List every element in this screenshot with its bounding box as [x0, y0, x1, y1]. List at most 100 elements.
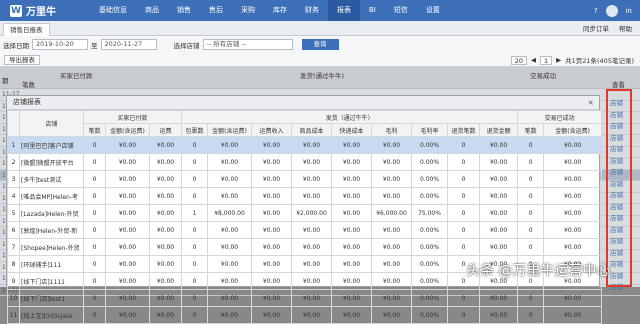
- table-cell: 0: [517, 289, 545, 307]
- background-table-header: 期 笔数 买家已付款 发货(通过牛牛) 交易成功 查看: [0, 67, 640, 89]
- prev-page-icon[interactable]: ◀: [531, 56, 536, 64]
- table-cell: ¥0.00: [291, 170, 333, 188]
- table-cell: ¥0.00: [371, 306, 413, 324]
- group-shipped: 发货(通过牛牛): [300, 72, 345, 80]
- store-name-cell: [敦煌]Helen-外贸-新: [19, 221, 84, 239]
- nav-item[interactable]: 短信: [385, 0, 417, 21]
- table-cell: 0: [447, 136, 481, 154]
- table-cell: ¥0.00: [371, 153, 413, 171]
- col-header[interactable]: 毛利: [371, 123, 413, 137]
- col-header[interactable]: 运费收入: [251, 123, 293, 137]
- col-header[interactable]: 金额(含运费): [207, 123, 253, 137]
- tab-sales-daily[interactable]: 销售日报表: [3, 23, 50, 36]
- sync-orders-button[interactable]: 同步订单: [583, 23, 609, 33]
- table-cell: ¥0.00: [331, 136, 373, 154]
- col-header[interactable]: 包裹数: [181, 123, 209, 137]
- table-cell: 3: [7, 170, 20, 188]
- query-button[interactable]: 查询: [301, 39, 339, 50]
- table-cell: ¥0.00: [479, 289, 519, 307]
- table-cell: ¥0.00: [291, 136, 333, 154]
- table-cell: ¥0.00: [148, 136, 183, 154]
- table-cell: ¥0.00: [148, 204, 183, 222]
- col-header[interactable]: 退货笔数: [447, 123, 481, 137]
- table-cell: 0: [517, 306, 545, 324]
- nav-item[interactable]: 商品: [136, 0, 168, 21]
- table-cell: ¥0.00: [105, 221, 150, 239]
- table-cell: ¥0.00: [331, 238, 373, 256]
- col-header[interactable]: 退货金额: [479, 123, 519, 137]
- table-row[interactable]: 10 [线下门店]test1 0 ¥0.00 ¥0.00 0 ¥0.00 ¥0.00 ¥0.00…: [7, 289, 603, 307]
- highlight-box: [606, 89, 632, 287]
- table-cell: ¥0.00: [479, 153, 519, 171]
- help-icon[interactable]: ?: [594, 7, 598, 15]
- table-cell: 11: [7, 306, 20, 324]
- table-row[interactable]: 2 [微盟]微盟开放平台 0 ¥0.00 ¥0.00 0 ¥0.00 ¥0.00 ¥0.00 ¥0…: [7, 153, 603, 171]
- table-row[interactable]: 7 [Shopee]Helen-外贸 0 ¥0.00 ¥0.00 0 ¥0.00 ¥0.00 ¥…: [7, 238, 603, 256]
- store-report-table: 店铺 买家已付款 发货（通过牛牛） 交易已成功 笔数 金额(含运费) 运费 包裹数 金额…: [7, 110, 603, 324]
- table-row[interactable]: 4 [唯品会MP]Helen-考 0 ¥0.00 ¥0.00 0 ¥0.00 ¥0.00 ¥0.…: [7, 187, 603, 205]
- store-select[interactable]: -- 所有店铺 --: [202, 39, 293, 50]
- table-cell: ¥0.00: [479, 306, 519, 324]
- table-row[interactable]: 11 [线上宝]t3d3sjaisi 0 ¥0.00 ¥0.00 0 ¥0.00 ¥0.00 ¥…: [7, 306, 603, 324]
- table-cell: ¥0.00: [479, 204, 519, 222]
- store-name-cell: [Lazada]Helen-外贸: [19, 204, 84, 222]
- nav-item[interactable]: 售后: [200, 0, 232, 21]
- table-row[interactable]: 5 [Lazada]Helen-外贸 0 ¥0.00 ¥0.00 1 ¥8,000.00 ¥0…: [7, 204, 603, 222]
- nav-item[interactable]: 财务: [296, 0, 328, 21]
- table-cell: ¥0.00: [105, 136, 150, 154]
- col-header[interactable]: 金额(含运费): [105, 123, 150, 137]
- nav-item[interactable]: 基础信息: [90, 0, 136, 21]
- logo-mark: W: [10, 4, 22, 17]
- export-button[interactable]: 导出报表: [4, 55, 40, 65]
- nav-item[interactable]: BI: [360, 0, 385, 21]
- logo[interactable]: W 万里牛: [0, 3, 90, 18]
- table-cell: 0: [83, 255, 106, 273]
- close-icon[interactable]: ×: [587, 96, 594, 109]
- table-row[interactable]: 3 [多牛]test测试 0 ¥0.00 ¥0.00 0 ¥0.00 ¥0.00 ¥0.00 ¥0…: [7, 170, 603, 188]
- nav-item[interactable]: 库存: [264, 0, 296, 21]
- table-cell: 8: [7, 255, 20, 273]
- store-report-dialog: 店铺报表 × 店铺 买家已付款 发货（通过牛牛） 交易已成功 笔数 金额(含运费)…: [6, 95, 603, 324]
- col-header[interactable]: 商品成本: [291, 123, 333, 137]
- table-cell: ¥8,000.00: [207, 204, 253, 222]
- pager: 20 ◀ 1 ▶ 共1页21条(405笔记录): [510, 55, 634, 65]
- nav-item[interactable]: 销售: [168, 0, 200, 21]
- table-row[interactable]: 6 [敦煌]Helen-外贸-新 0 ¥0.00 ¥0.00 0 ¥0.00 ¥0.00 ¥0.…: [7, 221, 603, 239]
- table-cell: 0: [517, 238, 545, 256]
- page-size-select[interactable]: 20: [510, 55, 527, 65]
- date-from-input[interactable]: 2019-10-20: [32, 39, 88, 50]
- col-header[interactable]: 快递成本: [331, 123, 373, 137]
- table-cell: ¥0.00: [331, 289, 373, 307]
- col-index: [7, 110, 20, 137]
- page-input[interactable]: 1: [539, 55, 553, 65]
- table-cell: ¥0.00: [331, 153, 373, 171]
- col-header[interactable]: 金额(含运费): [543, 123, 603, 137]
- table-cell: 0: [181, 238, 209, 256]
- nav-item[interactable]: 报表: [328, 0, 360, 21]
- table-cell: ¥0.00: [105, 204, 150, 222]
- store-name-cell: [线上宝]t3d3sjaisi: [19, 306, 84, 324]
- table-cell: ¥0.00: [371, 187, 413, 205]
- date-to-input[interactable]: 2020-11-27: [100, 39, 157, 50]
- table-cell: 0: [83, 136, 106, 154]
- col-header[interactable]: 笔数: [83, 123, 106, 137]
- next-page-icon[interactable]: ▶: [556, 56, 561, 64]
- tab-bar: 销售日报表 同步订单 帮助: [0, 21, 640, 36]
- dialog-title-bar: 店铺报表 ×: [7, 96, 599, 110]
- col-header[interactable]: 笔数: [517, 123, 545, 137]
- table-cell: ¥0.00: [479, 170, 519, 188]
- col-header[interactable]: 运费: [148, 123, 183, 137]
- nav-item[interactable]: 采购: [232, 0, 264, 21]
- user-name[interactable]: in: [626, 7, 632, 15]
- table-cell: ¥0.00: [207, 187, 253, 205]
- table-cell: ¥0.00: [543, 170, 603, 188]
- table-row[interactable]: 1 [阿里巴巴]客户店铺 0 ¥0.00 ¥0.00 0 ¥0.00 ¥0.00 ¥0.00 ¥0…: [7, 136, 603, 154]
- table-cell: ¥0.00: [105, 187, 150, 205]
- nav-item[interactable]: 设置: [417, 0, 449, 21]
- table-cell: ¥0.00: [207, 170, 253, 188]
- help-link[interactable]: 帮助: [619, 23, 632, 33]
- table-cell: ¥0.00: [207, 238, 253, 256]
- avatar[interactable]: [605, 4, 618, 17]
- store-name-cell: [唯品会MP]Helen-考: [19, 187, 84, 205]
- col-header[interactable]: 毛利率: [411, 123, 449, 137]
